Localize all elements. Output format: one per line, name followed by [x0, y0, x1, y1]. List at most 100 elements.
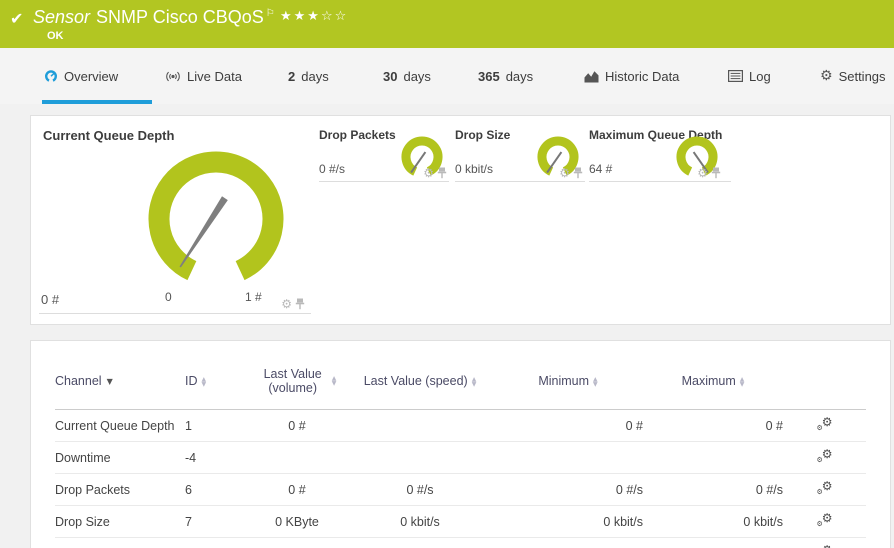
sort-icon: ▲▼ [593, 377, 598, 387]
last-value-speed [347, 442, 493, 474]
tab-label: days [301, 69, 328, 84]
tab-2-days[interactable]: 2 days [288, 48, 329, 104]
column-header-actions [783, 353, 866, 410]
pin-icon[interactable] [295, 298, 305, 310]
gauge-title: Drop Packets [319, 128, 396, 142]
channel-name[interactable]: Drop Size [55, 506, 185, 538]
minimum-value: 64 # [493, 538, 643, 548]
channel-name[interactable]: Downtime [55, 442, 185, 474]
tab-settings[interactable]: ⚙ Settings [820, 48, 886, 104]
last-value-speed: 0 #/s [347, 474, 493, 506]
broadcast-icon [165, 70, 181, 83]
channels-table-panel: Channel▼ ID▲▼ Last Value (volume)▲▼ Last… [30, 340, 891, 548]
column-header-id[interactable]: ID▲▼ [185, 353, 247, 410]
pin-icon[interactable] [437, 167, 447, 179]
gauge-title: Drop Size [455, 128, 510, 142]
table-row: Downtime -4 ⚙⚙ [55, 442, 866, 474]
tab-label: Log [749, 69, 771, 84]
last-value-volume: 64 # [247, 538, 347, 548]
channels-table: Channel▼ ID▲▼ Last Value (volume)▲▼ Last… [55, 353, 866, 548]
gear-icon[interactable]: ⚙ [281, 298, 292, 310]
column-header-channel[interactable]: Channel▼ [55, 353, 185, 410]
drop-size-gauge-card: Drop Size 0 kbit/s ⚙ [455, 126, 585, 182]
gauge-current-value: 0 # [41, 292, 59, 307]
sensor-status-header: ✔ Sensor SNMP Cisco CBQoS⚐ ★★★☆☆ OK [0, 0, 894, 48]
column-header-last-value-speed[interactable]: Last Value (speed)▲▼ [347, 353, 493, 410]
column-header-minimum[interactable]: Minimum▲▼ [493, 353, 643, 410]
gear-icon[interactable]: ⚙ [423, 167, 434, 179]
minimum-value: 0 # [493, 410, 643, 442]
last-value-speed: 0 kbit/s [347, 506, 493, 538]
table-row: Drop Size 7 0 KByte 0 kbit/s 0 kbit/s 0 … [55, 506, 866, 538]
tab-overview[interactable]: Overview [44, 48, 118, 104]
tab-label: Settings [839, 69, 886, 84]
tab-label: days [506, 69, 533, 84]
last-value-volume: 0 KByte [247, 506, 347, 538]
chart-icon [584, 70, 599, 83]
channel-name[interactable]: Current Queue Depth [55, 410, 185, 442]
tab-historic-data[interactable]: Historic Data [584, 48, 679, 104]
channel-name[interactable]: Maximum Queue D... [55, 538, 185, 548]
gear-icon[interactable]: ⚙ [559, 167, 570, 179]
column-header-last-value-volume[interactable]: Last Value (volume)▲▼ [247, 353, 347, 410]
tab-live-data[interactable]: Live Data [165, 48, 242, 104]
table-row: Current Queue Depth 1 0 # 0 # 0 # ⚙⚙ [55, 410, 866, 442]
table-row: Drop Packets 6 0 # 0 #/s 0 #/s 0 #/s ⚙⚙ [55, 474, 866, 506]
gauge-current-value: 64 # [589, 162, 612, 176]
current-queue-depth-gauge-card: Current Queue Depth 0 1 # 0 # ⚙ [39, 124, 311, 314]
priority-flag-icon[interactable]: ⚐ [266, 8, 275, 19]
tab-log[interactable]: Log [728, 48, 771, 104]
gear-icon[interactable]: ⚙ [697, 167, 708, 179]
tab-label: Live Data [187, 69, 242, 84]
minimum-value: 0 kbit/s [493, 506, 643, 538]
tab-label: Historic Data [605, 69, 679, 84]
pin-icon[interactable] [573, 167, 583, 179]
channel-settings-icon[interactable]: ⚙⚙ [817, 481, 833, 495]
gauge-icon [44, 69, 58, 83]
status-ok-check-icon: ✔ [10, 9, 23, 28]
channel-settings-icon[interactable]: ⚙⚙ [817, 449, 833, 463]
channel-id: 1 [185, 410, 247, 442]
pin-icon[interactable] [711, 167, 721, 179]
sort-desc-icon: ▼ [107, 377, 113, 386]
column-header-maximum[interactable]: Maximum▲▼ [643, 353, 783, 410]
maximum-value: 0 kbit/s [643, 506, 783, 538]
tab-number: 365 [478, 69, 500, 84]
gauge-current-value: 0 kbit/s [455, 162, 493, 176]
tab-label: days [403, 69, 430, 84]
current-queue-depth-gauge-dial [126, 131, 306, 286]
gear-icon: ⚙ [820, 69, 833, 83]
table-header-row: Channel▼ ID▲▼ Last Value (volume)▲▼ Last… [55, 353, 866, 410]
drop-packets-gauge-card: Drop Packets 0 #/s ⚙ [319, 126, 449, 182]
last-value-volume: 0 # [247, 410, 347, 442]
sort-icon: ▲▼ [202, 377, 207, 387]
log-icon [728, 70, 743, 82]
gauge-needle [180, 196, 228, 267]
minimum-value: 0 #/s [493, 474, 643, 506]
gauge-scale-min-label: 0 [165, 290, 172, 304]
sensor-tab-bar: Overview Live Data 2 days 30 days 365 da… [0, 48, 894, 104]
gauge-card-actions: ⚙ [423, 167, 447, 179]
tab-30-days[interactable]: 30 days [383, 48, 431, 104]
channel-name[interactable]: Drop Packets [55, 474, 185, 506]
channel-settings-icon[interactable]: ⚙⚙ [817, 417, 833, 431]
overview-gauges-panel: Current Queue Depth 0 1 # 0 # ⚙ Drop Pac… [30, 115, 891, 325]
sensor-status-text: OK [47, 30, 64, 42]
maximum-value: 64 # [643, 538, 783, 548]
tab-365-days[interactable]: 365 days [478, 48, 533, 104]
sensor-rating-stars[interactable]: ★★★☆☆ [280, 9, 348, 24]
last-value-speed [347, 538, 493, 548]
maximum-queue-depth-gauge-card: Maximum Queue Depth 64 # ⚙ [589, 126, 731, 182]
gauge-card-actions: ⚙ [281, 298, 305, 310]
object-kind-label: Sensor [33, 7, 90, 27]
sensor-name: SNMP Cisco CBQoS [96, 7, 264, 27]
gauge-scale-max-label: 1 # [245, 290, 262, 304]
gauge-card-actions: ⚙ [697, 167, 721, 179]
tab-number: 2 [288, 69, 295, 84]
sort-icon: ▲▼ [332, 376, 337, 386]
channel-settings-icon[interactable]: ⚙⚙ [817, 513, 833, 527]
gauge-current-value: 0 #/s [319, 162, 345, 176]
maximum-value [643, 442, 783, 474]
last-value-volume: 0 # [247, 474, 347, 506]
sort-icon: ▲▼ [740, 377, 745, 387]
